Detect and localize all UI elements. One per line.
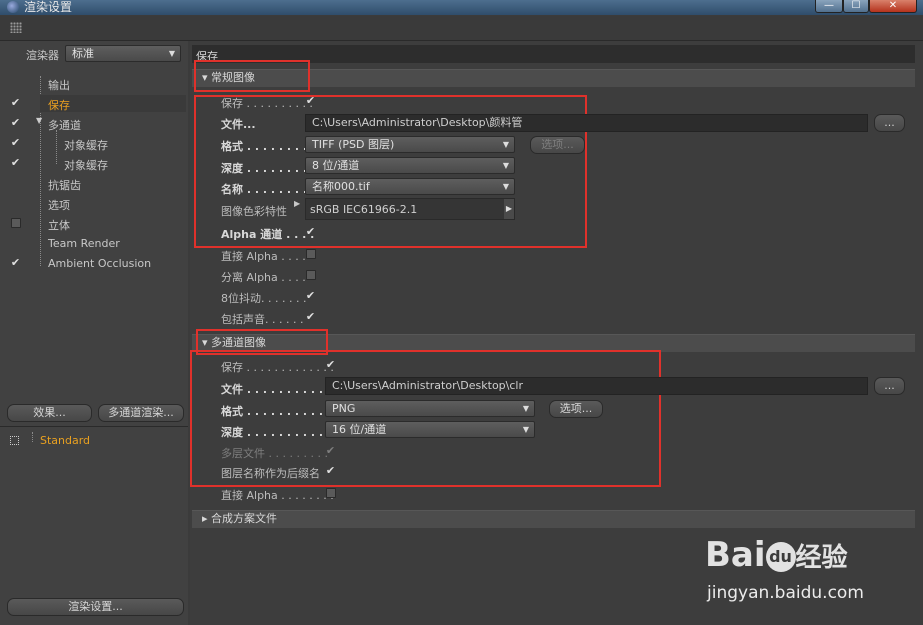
tree-item-team-render[interactable]: Team Render: [48, 237, 120, 250]
multipass-depth-value: 16 位/通道: [332, 423, 387, 436]
tree-item-antialiasing[interactable]: 抗锯齿: [48, 177, 81, 193]
check-icon[interactable]: ✔: [10, 257, 21, 268]
left-panel: [0, 41, 188, 625]
tree-item-object-buffer-1[interactable]: 对象缓存: [64, 137, 108, 153]
tree-line: [56, 130, 57, 164]
check-icon[interactable]: ✔: [325, 445, 336, 456]
regular-format-value: TIFF (PSD 图层): [312, 138, 395, 151]
regular-name-value: 名称000.tif: [312, 180, 370, 193]
check-icon[interactable]: ✔: [325, 359, 336, 370]
regular-format-label: 格式 . . . . . . . . .: [221, 140, 316, 153]
multipass-format-value: PNG: [332, 402, 356, 415]
chevron-right-icon[interactable]: ▶: [504, 199, 514, 219]
check-icon[interactable]: ✔: [325, 465, 336, 476]
section-composite-file[interactable]: ▸ 合成方案文件: [192, 510, 915, 528]
multipass-file-browse-button[interactable]: ...: [874, 377, 905, 395]
tree-item-stereo[interactable]: 立体: [48, 217, 70, 233]
check-icon[interactable]: ✔: [305, 95, 316, 106]
regular-name-label: 名称 . . . . . . . . .: [221, 183, 316, 196]
preset-icon[interactable]: [10, 436, 19, 445]
multipass-file-path[interactable]: C:\Users\Administrator\Desktop\clr: [325, 377, 868, 395]
watermark-text: jingyan.baidu.com: [707, 583, 864, 603]
regular-separate-alpha-label: 分离 Alpha . . . .: [221, 271, 306, 284]
check-icon[interactable]: ✔: [10, 137, 21, 148]
multipass-format-select[interactable]: PNG ▼: [325, 400, 535, 417]
multipass-layers-label: 多层文件 . . . . . . . . .: [221, 447, 328, 460]
renderer-value: 标准: [72, 47, 94, 60]
tree-line: [32, 432, 33, 442]
tree-item-ambient-occlusion[interactable]: Ambient Occlusion: [48, 257, 151, 270]
menu-bar: [0, 16, 923, 41]
regular-separate-alpha-checkbox[interactable]: [306, 270, 316, 280]
chevron-down-icon: ▼: [502, 140, 509, 149]
chevron-down-icon: ▼: [168, 49, 175, 58]
chevron-down-icon: ▼: [502, 161, 509, 170]
multipass-save-label: 保存 . . . . . . . . . . . . .: [221, 361, 334, 374]
regular-options-button[interactable]: 选项...: [530, 136, 585, 154]
divider: [0, 426, 188, 427]
renderer-label: 渲染器: [26, 49, 59, 62]
tree-item-output[interactable]: 输出: [48, 77, 70, 93]
check-icon[interactable]: ✔: [10, 97, 21, 108]
regular-file-browse-button[interactable]: ...: [874, 114, 905, 132]
check-icon[interactable]: ✔: [305, 290, 316, 301]
baidu-watermark-logo: Bai du 经验: [705, 535, 848, 575]
multipass-layername-label: 图层名称作为后缀名: [221, 467, 320, 480]
check-icon[interactable]: ✔: [305, 226, 316, 237]
tree-item-multipass[interactable]: 多通道: [48, 117, 81, 133]
regular-format-select[interactable]: TIFF (PSD 图层) ▼: [305, 136, 515, 153]
multipass-render-button[interactable]: 多通道渲染...: [98, 404, 184, 422]
regular-profile-value: sRGB IEC61966-2.1: [310, 203, 418, 216]
annotation-box: [194, 60, 310, 92]
regular-depth-label: 深度 . . . . . . . . .: [221, 162, 316, 175]
expand-arrow-icon[interactable]: ▼: [36, 116, 42, 125]
window-title: 渲染设置: [24, 0, 73, 14]
regular-alpha-label: Alpha 通道 . . . .: [221, 228, 315, 241]
regular-profile-label: 图像色彩特性: [221, 205, 287, 218]
multipass-depth-select[interactable]: 16 位/通道 ▼: [325, 421, 535, 438]
check-icon[interactable]: ✔: [10, 117, 21, 128]
tree-item-save[interactable]: 保存: [48, 97, 70, 113]
multipass-options-button[interactable]: 选项...: [549, 400, 603, 418]
check-icon[interactable]: ✔: [10, 157, 21, 168]
preset-standard[interactable]: Standard: [40, 434, 90, 447]
multipass-straight-alpha-checkbox[interactable]: [326, 488, 336, 498]
minimize-button[interactable]: —: [815, 0, 843, 13]
regular-save-label: 保存 . . . . . . . . . .: [221, 97, 313, 110]
regular-straight-alpha-checkbox[interactable]: [306, 249, 316, 259]
chevron-down-icon: ▼: [522, 425, 529, 434]
multipass-straight-alpha-label: 直接 Alpha . . . . . . . .: [221, 489, 334, 502]
regular-name-select[interactable]: 名称000.tif ▼: [305, 178, 515, 195]
regular-profile-box[interactable]: sRGB IEC61966-2.1 ▶: [305, 198, 515, 220]
regular-sound-label: 包括声音. . . . . .: [221, 313, 304, 326]
maximize-button[interactable]: ☐: [843, 0, 869, 13]
stereo-checkbox[interactable]: [11, 218, 21, 228]
tree-item-options[interactable]: 选项: [48, 197, 70, 213]
regular-depth-value: 8 位/通道: [312, 159, 360, 172]
effects-button[interactable]: 效果...: [7, 404, 92, 422]
regular-dither-label: 8位抖动. . . . . . .: [221, 292, 307, 305]
close-button[interactable]: ✕: [869, 0, 917, 13]
app-icon: [7, 1, 19, 13]
title-bar: 渲染设置 — ☐ ✕: [0, 0, 923, 15]
grip-icon[interactable]: [10, 22, 22, 33]
regular-straight-alpha-label: 直接 Alpha . . . .: [221, 250, 306, 263]
chevron-down-icon: ▼: [522, 404, 529, 413]
section-composite-title: ▸ 合成方案文件: [202, 512, 278, 525]
chevron-down-icon: ▼: [502, 182, 509, 191]
expand-arrow-icon[interactable]: ▶: [294, 199, 300, 208]
check-icon[interactable]: ✔: [305, 311, 316, 322]
renderer-select[interactable]: 标准 ▼: [65, 45, 181, 62]
tree-item-object-buffer-2[interactable]: 对象缓存: [64, 157, 108, 173]
regular-depth-select[interactable]: 8 位/通道 ▼: [305, 157, 515, 174]
render-settings-button[interactable]: 渲染设置...: [7, 598, 184, 616]
regular-file-label: 文件...: [221, 118, 256, 131]
regular-file-path[interactable]: C:\Users\Administrator\Desktop\颜料管: [305, 114, 868, 132]
